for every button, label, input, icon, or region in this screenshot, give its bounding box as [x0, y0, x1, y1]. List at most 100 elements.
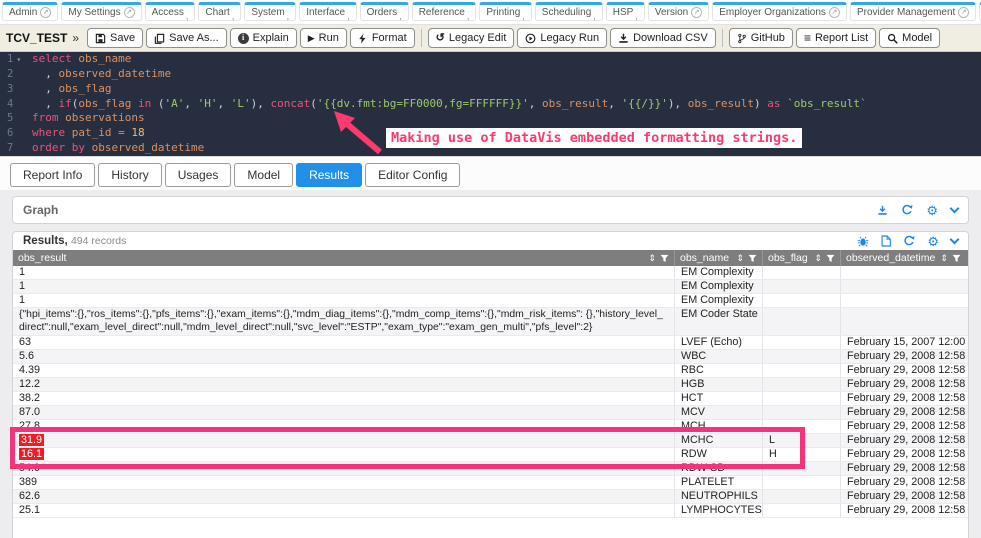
cell-obs-name: HGB: [674, 378, 762, 391]
tab-model[interactable]: Model: [234, 163, 293, 187]
cell-obs-name: RDW-SD: [674, 462, 762, 475]
nav-tab-hsp[interactable]: HSP,: [606, 2, 645, 21]
sort-icon[interactable]: ⇕: [736, 254, 744, 263]
nav-tab-label: Printing: [486, 7, 520, 18]
cell-observed-datetime: [840, 280, 966, 293]
button-label: Save: [110, 32, 135, 44]
cell-observed-datetime: February 29, 2008 12:58 PM: [840, 462, 966, 475]
sort-icon[interactable]: ⇕: [940, 254, 948, 263]
filter-icon[interactable]: [748, 254, 757, 263]
formatted-result-value: 16.1: [19, 448, 44, 460]
external-link-icon: ↗: [958, 7, 969, 18]
button-label: Save As...: [169, 32, 219, 44]
cell-obs-flag: [762, 392, 840, 405]
toolbar-separator: [722, 29, 723, 47]
legacy-edit-button[interactable]: ↺Legacy Edit: [428, 28, 515, 48]
results-panel-title: Results,: [23, 235, 68, 247]
fold-arrow-icon[interactable]: ▾: [16, 55, 21, 64]
line-number: 7: [0, 141, 32, 156]
tab-history[interactable]: History: [98, 163, 161, 187]
column-header-obs-result[interactable]: obs_result⇕: [13, 250, 674, 266]
list-icon: ≡: [804, 32, 811, 44]
column-header-observed-datetime[interactable]: observed_datetime⇕: [840, 250, 966, 266]
nav-tab-employer-organizations[interactable]: Employer Organizations↗: [712, 2, 847, 21]
sort-icon[interactable]: ⇕: [648, 254, 656, 263]
nav-tab-provider-management[interactable]: Provider Management↗: [850, 2, 976, 21]
cell-obs-name: MCHC: [674, 434, 762, 447]
tab-editor-config[interactable]: Editor Config: [365, 163, 460, 187]
button-label: Legacy Edit: [449, 32, 506, 44]
nav-tab-version[interactable]: Version↗: [648, 2, 709, 21]
results-title-group: Results, 494 records: [23, 235, 126, 247]
chevron-down-icon[interactable]: [951, 209, 958, 212]
tab-usages[interactable]: Usages: [165, 163, 232, 187]
cell-obs-name: EM Complexity: [674, 294, 762, 307]
sql-editor[interactable]: 1▾select obs_name2 , observed_datetime3 …: [0, 52, 981, 156]
refresh-icon[interactable]: [903, 235, 915, 247]
report-list-button[interactable]: ≡Report List: [796, 28, 876, 48]
graph-panel-title: Graph: [23, 203, 58, 217]
graph-panel: Graph ⚙: [12, 196, 969, 224]
download-icon[interactable]: [877, 205, 888, 216]
line-number: 6: [0, 126, 32, 141]
save-as-button[interactable]: Save As...: [146, 28, 227, 48]
nav-tab-system[interactable]: System,: [244, 2, 296, 21]
cell-obs-name: RDW: [674, 448, 762, 461]
explain-button[interactable]: iExplain: [230, 28, 297, 48]
cell-obs-name: EM Complexity: [674, 266, 762, 279]
cell-obs-result: 1: [13, 294, 674, 307]
run-button[interactable]: ▶Run: [300, 28, 347, 48]
github-button[interactable]: GitHub: [729, 28, 793, 48]
report-menu-chevron[interactable]: »: [72, 31, 79, 45]
nav-tab-printing[interactable]: Printing,: [479, 2, 531, 21]
gear-icon[interactable]: ⚙: [926, 204, 938, 217]
column-header-obs-name[interactable]: obs_name⇕: [674, 250, 762, 266]
cell-observed-datetime: February 29, 2008 12:58 PM: [840, 378, 966, 391]
annotation-callout: Making use of DataVis embedded formattin…: [386, 128, 802, 148]
nav-tab-scheduling[interactable]: Scheduling,: [535, 2, 603, 21]
nav-tab-label: Employer Organizations: [719, 7, 826, 18]
filter-icon[interactable]: [826, 254, 835, 263]
play-icon: ▶: [308, 34, 315, 43]
format-button[interactable]: Format: [350, 28, 415, 48]
nav-tab-label: Reference: [419, 7, 465, 18]
tab-results[interactable]: Results: [296, 163, 362, 187]
dropdown-marker-icon: ,: [399, 11, 402, 21]
file-icon[interactable]: [881, 235, 891, 247]
nav-tab-interface[interactable]: Interface,: [299, 2, 356, 21]
chevron-down-icon[interactable]: [951, 240, 958, 243]
report-toolbar: TCV_TEST » Save Save As... iExplain▶RunFor…: [0, 25, 981, 52]
nav-tab-access[interactable]: Access,: [145, 2, 196, 21]
nav-tab-label: Orders: [367, 7, 398, 18]
column-header-obs-flag[interactable]: obs_flag⇕: [762, 250, 840, 266]
table-row: 54.0RDW-SDFebruary 29, 2008 12:58 PM: [13, 462, 968, 476]
nav-tab-my-settings[interactable]: My Settings↗: [61, 2, 141, 21]
code-text: , if(obs_flag in ('A', 'H', 'L'), concat…: [32, 97, 867, 112]
bug-icon[interactable]: [857, 235, 869, 247]
search-icon: [887, 33, 898, 44]
sort-icon[interactable]: ⇕: [814, 254, 822, 263]
cell-obs-flag: [762, 378, 840, 391]
refresh-icon[interactable]: [901, 204, 913, 216]
nav-tab-reference[interactable]: Reference,: [412, 2, 477, 21]
dropdown-marker-icon: ,: [232, 11, 235, 21]
nav-tab-admin[interactable]: Admin↗: [2, 2, 58, 21]
dropdown-marker-icon: ,: [186, 11, 189, 21]
legacy-run-button[interactable]: Legacy Run: [517, 28, 607, 48]
tab-report-info[interactable]: Report Info: [10, 163, 95, 187]
filter-icon[interactable]: [952, 254, 961, 263]
git-branch-icon: [737, 33, 747, 44]
download-csv-button[interactable]: Download CSV: [610, 28, 716, 48]
nav-tab-label: Provider Management: [857, 7, 955, 18]
model-button[interactable]: Model: [879, 28, 940, 48]
code-line-1: 1▾select obs_name: [0, 52, 981, 67]
save-button[interactable]: Save: [87, 28, 143, 48]
report-name: TCV_TEST: [6, 31, 67, 45]
info-icon: i: [238, 33, 249, 44]
gear-icon[interactable]: ⚙: [927, 235, 939, 248]
code-text: , obs_flag: [32, 82, 111, 97]
filter-icon[interactable]: [660, 254, 669, 263]
nav-tab-orders[interactable]: Orders,: [360, 2, 409, 21]
nav-tab-chart[interactable]: Chart,: [198, 2, 241, 21]
code-text: , observed_datetime: [32, 67, 171, 82]
